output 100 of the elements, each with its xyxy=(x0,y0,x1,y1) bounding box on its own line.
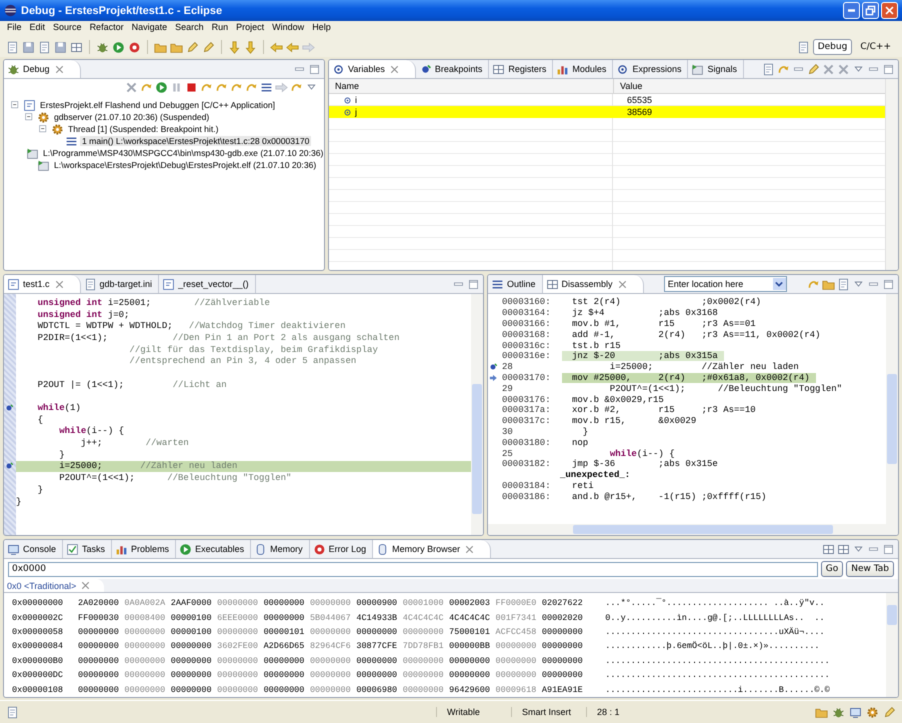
breakpoint-icon[interactable] xyxy=(4,403,14,414)
view-tab[interactable]: Signals xyxy=(688,60,744,78)
grid-icon[interactable] xyxy=(492,62,506,76)
file-icon[interactable] xyxy=(23,98,36,112)
breakpoint-icon[interactable] xyxy=(4,461,14,472)
view-tab[interactable]: Console xyxy=(4,540,64,558)
grid-icon[interactable] xyxy=(837,542,850,556)
error-icon[interactable] xyxy=(312,542,326,556)
cog-icon[interactable] xyxy=(51,122,64,136)
close-button[interactable] xyxy=(881,2,898,19)
error-icon[interactable] xyxy=(128,40,141,54)
address-field[interactable]: 0x0000 xyxy=(8,562,818,576)
tree-item[interactable]: gdbserver (21.07.10 20:36) (Suspended) xyxy=(52,112,212,122)
play-box-icon[interactable] xyxy=(691,62,704,76)
view-tab[interactable]: Registers xyxy=(489,60,554,78)
tree-item[interactable]: Thread [1] (Suspended: Breakpoint hit.) xyxy=(66,124,220,134)
view-tab[interactable]: Tasks xyxy=(63,540,112,558)
go-button[interactable]: Go xyxy=(820,561,844,577)
tree-item[interactable]: L:\workspace\ErstesProjekt\Debug\ErstesProjekt.elf (21.07.10 20:36) xyxy=(52,160,318,170)
grid-icon[interactable] xyxy=(822,542,835,556)
restore-button[interactable] xyxy=(862,2,879,19)
variable-icon[interactable] xyxy=(332,62,345,76)
minimize-button[interactable] xyxy=(843,2,860,19)
cross-icon[interactable] xyxy=(822,62,835,76)
maximize-icon[interactable] xyxy=(882,62,895,76)
view-tab[interactable]: Variables xyxy=(329,60,416,78)
variable-icon[interactable] xyxy=(616,62,630,76)
monitor-icon[interactable] xyxy=(849,706,862,718)
scrollbar[interactable] xyxy=(471,294,483,535)
view-tab[interactable]: Problems xyxy=(112,540,176,558)
cross-icon[interactable] xyxy=(125,80,138,94)
breakpoint-icon[interactable] xyxy=(488,362,498,372)
collapse-icon[interactable] xyxy=(24,112,34,122)
lines-icon[interactable] xyxy=(65,134,78,148)
view-tab[interactable]: Memory xyxy=(251,540,310,558)
lines-icon[interactable] xyxy=(260,80,273,94)
column-header[interactable]: Value xyxy=(614,79,648,93)
stop-icon[interactable] xyxy=(185,80,198,94)
play-icon[interactable] xyxy=(155,80,168,94)
editor-tab[interactable]: gdb-target.ini xyxy=(80,275,160,293)
perspective-button[interactable]: C/C++ xyxy=(855,39,896,55)
editor-tab[interactable]: test1.c xyxy=(4,275,81,293)
scrollbar[interactable] xyxy=(886,294,898,524)
tree-item[interactable]: 1 main() L:\workspace\ErstesProjekt\test1.c:28 0x00003170 xyxy=(80,136,312,146)
cross-icon[interactable] xyxy=(837,62,850,76)
page-icon[interactable] xyxy=(6,706,19,718)
page-icon[interactable] xyxy=(796,40,810,54)
file-icon[interactable] xyxy=(162,278,176,290)
pencil-icon[interactable] xyxy=(186,40,199,54)
tree-item[interactable]: ErstesProjekt.elf Flashend und Debuggen [C/C++ Application] xyxy=(38,100,278,110)
location-field[interactable]: Enter location here xyxy=(664,276,787,292)
scrollbar[interactable] xyxy=(886,593,898,697)
menu-item[interactable]: Help xyxy=(312,22,331,36)
lines-icon[interactable] xyxy=(491,278,504,290)
checklist-icon[interactable] xyxy=(66,542,80,556)
bug-icon[interactable] xyxy=(96,40,109,54)
menu-item[interactable]: Source xyxy=(53,22,82,36)
scrollbar[interactable] xyxy=(885,79,898,270)
play-box-icon[interactable] xyxy=(26,146,39,160)
view-tab[interactable]: Executables xyxy=(176,540,252,558)
page-icon[interactable] xyxy=(38,40,51,54)
maximize-icon[interactable] xyxy=(882,542,895,556)
maximize-icon[interactable] xyxy=(467,278,480,290)
rendering-tab[interactable]: 0x0 <Traditional> xyxy=(4,579,104,592)
bug-icon[interactable] xyxy=(832,706,845,718)
collapse-icon[interactable] xyxy=(38,124,48,134)
view-tab[interactable]: Modules xyxy=(553,60,614,78)
pencil-icon[interactable] xyxy=(807,62,820,76)
down-arrow-icon[interactable] xyxy=(228,40,241,54)
play-icon[interactable] xyxy=(112,40,125,54)
collapse-icon[interactable] xyxy=(10,100,20,110)
cog-icon[interactable] xyxy=(37,110,50,124)
page-icon[interactable] xyxy=(6,40,19,54)
menu-item[interactable]: Run xyxy=(212,22,228,36)
down-arrow-icon[interactable] xyxy=(244,40,257,54)
maximize-icon[interactable] xyxy=(882,278,895,290)
file-icon[interactable] xyxy=(7,278,20,290)
left-arrow-icon[interactable] xyxy=(286,40,299,54)
maximize-icon[interactable] xyxy=(308,62,321,76)
pencil-icon[interactable] xyxy=(883,706,896,718)
play-icon[interactable] xyxy=(179,542,192,556)
pointer-icon[interactable] xyxy=(488,372,498,383)
play-box-icon[interactable] xyxy=(37,158,50,172)
menu-item[interactable]: File xyxy=(7,22,22,36)
view-tab[interactable]: Expressions xyxy=(613,60,688,78)
view-tab[interactable]: Debug xyxy=(4,60,81,78)
menu-item[interactable]: Project xyxy=(236,22,264,36)
menu-item[interactable]: Search xyxy=(175,22,204,36)
page-icon[interactable] xyxy=(836,278,850,290)
perspective-button[interactable]: Debug xyxy=(812,39,852,55)
grid-icon[interactable] xyxy=(546,278,559,290)
tree-item[interactable]: L:\Programme\MSP430\MSPGCC4\bin\msp430-gdb.exe (21.07.10 20:36) xyxy=(41,148,324,158)
page-icon[interactable] xyxy=(762,62,775,76)
monitor-icon[interactable] xyxy=(7,542,20,556)
scrollbar[interactable] xyxy=(488,524,898,535)
menu-item[interactable]: Navigate xyxy=(132,22,168,36)
pencil-icon[interactable] xyxy=(202,40,215,54)
view-tab[interactable]: Breakpoints xyxy=(416,60,490,78)
left-arrow-icon[interactable] xyxy=(270,40,283,54)
new-tab-button[interactable]: New Tab xyxy=(846,561,894,577)
